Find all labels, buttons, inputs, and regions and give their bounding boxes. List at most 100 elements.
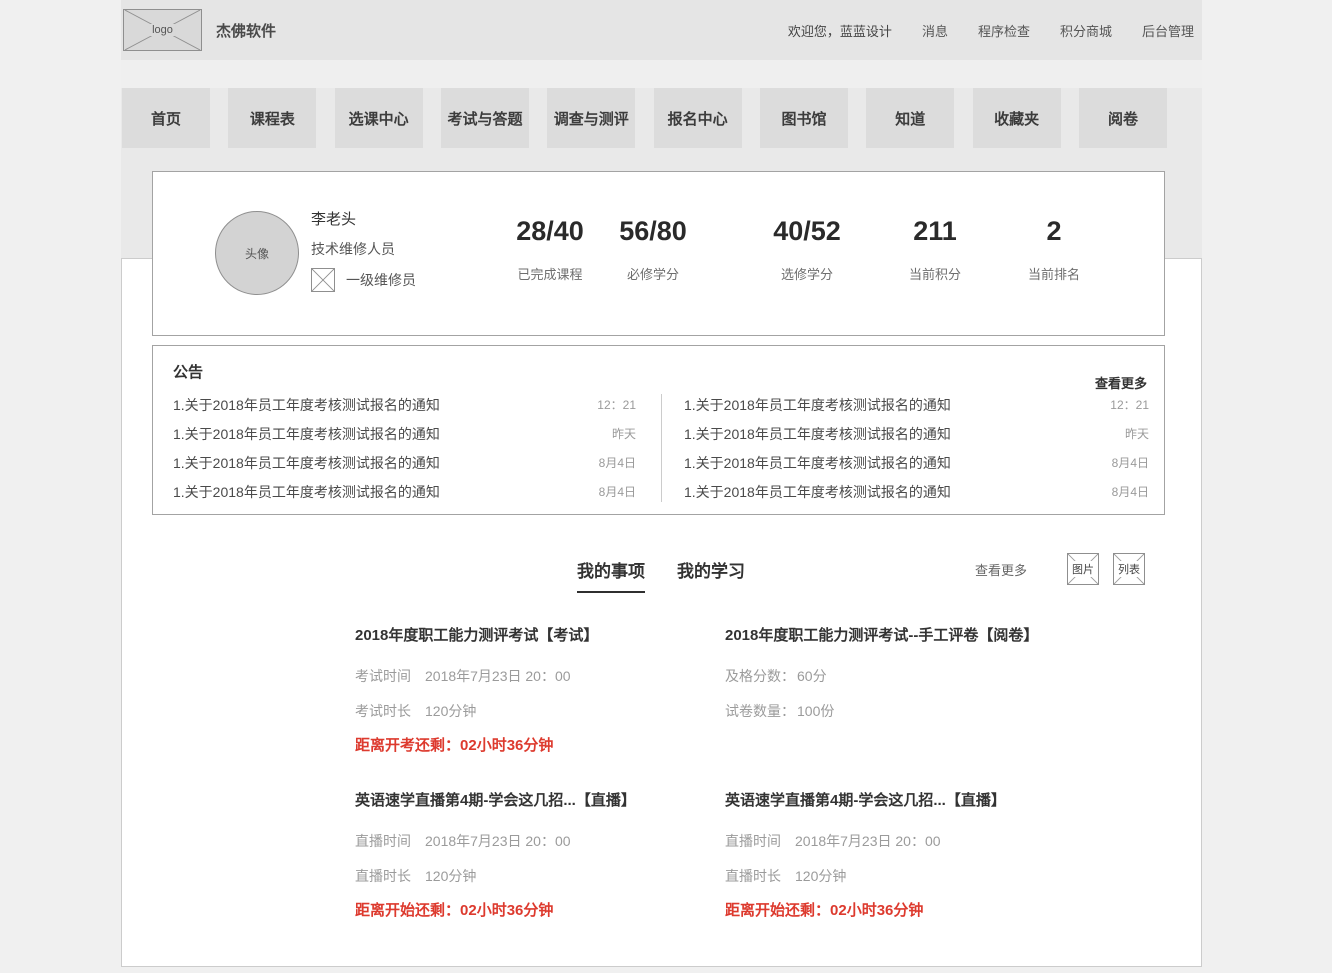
task-card-title[interactable]: 英语速学直播第4期-学会这几招...【直播】 [725, 793, 1095, 809]
menu-messages[interactable]: 消息 [922, 21, 948, 40]
countdown-value: 02小时36分钟 [830, 902, 923, 919]
nav-registration[interactable]: 报名中心 [654, 88, 742, 148]
stat-elective-credits: 40/52 选修学分 [737, 216, 877, 283]
nav-home[interactable]: 首页 [122, 88, 210, 148]
nav-library[interactable]: 图书馆 [760, 88, 848, 148]
task-card-title[interactable]: 2018年度职工能力测评考试【考试】 [355, 628, 725, 644]
nav-grading[interactable]: 阅卷 [1079, 88, 1167, 148]
nav-surveys[interactable]: 调查与测评 [547, 88, 635, 148]
announcements-panel: 公告 查看更多 1.关于2018年员工年度考核测试报名的通知 12：21 1.关… [152, 345, 1165, 515]
tasks-tabs: 我的事项 我的学习 [577, 557, 745, 593]
nav-knowledge[interactable]: 知道 [866, 88, 954, 148]
user-badge-label: 一级维修员 [346, 270, 416, 290]
announcement-text[interactable]: 1.关于2018年员工年度考核测试报名的通知 [173, 453, 440, 473]
nav-favorites[interactable]: 收藏夹 [973, 88, 1061, 148]
header: logo 杰佛软件 欢迎您，蓝蓝设计 消息 程序检查 积分商城 后台管理 [121, 0, 1202, 60]
announcement-item[interactable]: 1.关于2018年员工年度考核测试报名的通知 12：21 [684, 390, 1149, 419]
tasks-toolbar: 查看更多 图片 列表 [975, 553, 1159, 585]
task-card-live-2: 英语速学直播第4期-学会这几招...【直播】 直播时间 2018年7月23日 20… [725, 793, 1095, 919]
line-label: 直播时长 [725, 868, 781, 884]
brand-name: 杰佛软件 [216, 20, 276, 41]
task-card-line: 直播时间 2018年7月23日 20：00 [725, 833, 1095, 849]
tab-my-learning[interactable]: 我的学习 [677, 557, 745, 593]
line-label: 直播时间 [725, 833, 781, 849]
announcement-item[interactable]: 1.关于2018年员工年度考核测试报名的通知 昨天 [173, 419, 636, 448]
task-card-line: 考试时长120分钟 [355, 703, 725, 719]
announcements-title: 公告 [173, 361, 203, 382]
announcement-item[interactable]: 1.关于2018年员工年度考核测试报名的通知 8月4日 [173, 477, 636, 506]
tab-my-matters[interactable]: 我的事项 [577, 557, 645, 593]
announcement-item[interactable]: 1.关于2018年员工年度考核测试报名的通知 8月4日 [684, 477, 1149, 506]
menu-points-mall[interactable]: 积分商城 [1060, 21, 1112, 40]
menu-admin[interactable]: 后台管理 [1142, 21, 1194, 40]
task-card-line: 直播时长 120分钟 [355, 868, 725, 884]
line-value: 60分 [797, 668, 827, 684]
countdown-text: 距离开始还剩：02小时36分钟 [355, 903, 725, 919]
line-label: 试卷数量： [725, 703, 795, 719]
countdown-label: 距离开始还剩： [355, 902, 460, 919]
view-mode-list-label: 列表 [1117, 561, 1141, 577]
task-card-title[interactable]: 2018年度职工能力测评考试--手工评卷【阅卷】 [725, 628, 1095, 644]
announcement-text[interactable]: 1.关于2018年员工年度考核测试报名的通知 [684, 482, 951, 502]
header-menu: 欢迎您，蓝蓝设计 消息 程序检查 积分商城 后台管理 [788, 21, 1202, 40]
announcement-item[interactable]: 1.关于2018年员工年度考核测试报名的通知 8月4日 [173, 448, 636, 477]
task-card-exam: 2018年度职工能力测评考试【考试】 考试时间2018年7月23日 20：00 … [355, 628, 725, 754]
main-nav: 首页 课程表 选课中心 考试与答题 调查与测评 报名中心 图书馆 知道 收藏夹 … [122, 88, 1167, 148]
welcome-user[interactable]: 欢迎您，蓝蓝设计 [788, 21, 892, 40]
view-mode-list-button[interactable]: 列表 [1113, 553, 1145, 585]
announcements-left-column: 1.关于2018年员工年度考核测试报名的通知 12：21 1.关于2018年员工… [173, 390, 636, 506]
announcements-right-column: 1.关于2018年员工年度考核测试报名的通知 12：21 1.关于2018年员工… [684, 390, 1149, 506]
line-label: 考试时间 [355, 668, 411, 684]
line-label: 考试时长 [355, 703, 411, 719]
announcement-text[interactable]: 1.关于2018年员工年度考核测试报名的通知 [173, 424, 440, 444]
countdown-label: 距离开始还剩： [725, 902, 830, 919]
stat-value: 2 [984, 216, 1124, 247]
announcement-item[interactable]: 1.关于2018年员工年度考核测试报名的通知 昨天 [684, 419, 1149, 448]
view-mode-picture-button[interactable]: 图片 [1067, 553, 1099, 585]
announcement-time: 8月4日 [599, 454, 636, 471]
logo-label: logo [149, 24, 176, 36]
line-label: 直播时长 [355, 868, 411, 884]
user-name: 李老头 [311, 208, 416, 229]
countdown-text: 距离开考还剩：02小时36分钟 [355, 738, 725, 754]
announcement-item[interactable]: 1.关于2018年员工年度考核测试报名的通知 8月4日 [684, 448, 1149, 477]
announcement-time: 8月4日 [1112, 483, 1149, 500]
line-value: 120分钟 [425, 868, 476, 884]
user-job-title: 技术维修人员 [311, 239, 416, 259]
announcement-text[interactable]: 1.关于2018年员工年度考核测试报名的通知 [684, 453, 951, 473]
announcement-time: 8月4日 [599, 483, 636, 500]
nav-exams[interactable]: 考试与答题 [441, 88, 529, 148]
announcement-time: 昨天 [1125, 425, 1149, 442]
header-divider-strip [121, 60, 1202, 88]
line-value: 120分钟 [795, 868, 846, 884]
announcement-time: 12：21 [597, 396, 636, 413]
countdown-value: 02小时36分钟 [460, 737, 553, 754]
line-value: 2018年7月23日 20：00 [795, 833, 941, 849]
view-mode-picture-label: 图片 [1071, 561, 1095, 577]
logo-placeholder[interactable]: logo [123, 9, 202, 51]
user-badge-row: 一级维修员 [311, 268, 416, 292]
announcement-time: 12：21 [1110, 396, 1149, 413]
announcements-divider [661, 394, 662, 502]
countdown-value: 02小时36分钟 [460, 902, 553, 919]
announcement-item[interactable]: 1.关于2018年员工年度考核测试报名的通知 12：21 [173, 390, 636, 419]
stat-label: 选修学分 [737, 264, 877, 283]
announcement-text[interactable]: 1.关于2018年员工年度考核测试报名的通知 [684, 395, 951, 415]
nav-timetable[interactable]: 课程表 [228, 88, 316, 148]
task-card-grading: 2018年度职工能力测评考试--手工评卷【阅卷】 及格分数：60分 试卷数量：1… [725, 628, 1095, 738]
announcement-text[interactable]: 1.关于2018年员工年度考核测试报名的通知 [684, 424, 951, 444]
task-card-title[interactable]: 英语速学直播第4期-学会这几招...【直播】 [355, 793, 725, 809]
task-card-line: 直播时间2018年7月23日 20：00 [355, 833, 725, 849]
line-value: 2018年7月23日 20：00 [425, 833, 571, 849]
menu-program-check[interactable]: 程序检查 [978, 21, 1030, 40]
nav-course-center[interactable]: 选课中心 [335, 88, 423, 148]
announcement-text[interactable]: 1.关于2018年员工年度考核测试报名的通知 [173, 482, 440, 502]
avatar: 头像 [215, 211, 299, 295]
stat-label: 必修学分 [583, 264, 723, 283]
stat-current-rank: 2 当前排名 [984, 216, 1124, 283]
tasks-view-more[interactable]: 查看更多 [975, 560, 1027, 579]
badge-placeholder-icon [311, 268, 335, 292]
profile-card: 头像 李老头 技术维修人员 一级维修员 28/40 已完成课程 56/80 必修… [152, 171, 1165, 336]
user-info: 李老头 技术维修人员 一级维修员 [311, 208, 416, 292]
announcement-text[interactable]: 1.关于2018年员工年度考核测试报名的通知 [173, 395, 440, 415]
